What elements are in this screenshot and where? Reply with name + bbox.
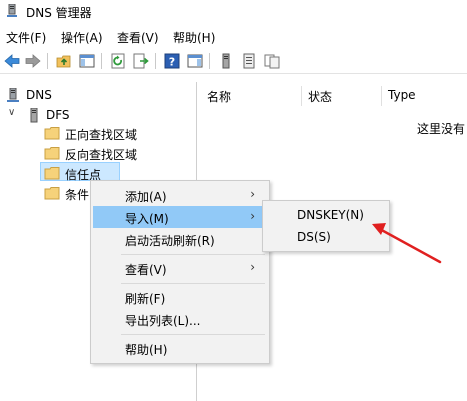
submenu-item-label: DS(S): [297, 230, 331, 244]
menu-separator: [121, 254, 265, 255]
tree-node-server[interactable]: ∨ DFS: [6, 106, 106, 126]
submenu-item-ds[interactable]: DS(S): [265, 226, 387, 248]
dns-app-icon: [7, 4, 17, 17]
menu-item-view[interactable]: 查看(V) ›: [93, 257, 267, 279]
menu-action[interactable]: 操作(A): [61, 29, 103, 46]
back-arrow-icon[interactable]: [3, 52, 21, 70]
column-header-type[interactable]: Type: [388, 88, 416, 112]
svg-text:?: ?: [169, 56, 175, 69]
tree-label-server: DFS: [46, 108, 70, 122]
window-title: DNS 管理器: [26, 6, 92, 20]
show-hide-console-tree-icon[interactable]: [78, 52, 96, 70]
menu-view[interactable]: 查看(V): [117, 29, 159, 46]
show-hide-action-pane-icon[interactable]: [186, 52, 204, 70]
menu-separator: [121, 334, 265, 335]
tree-item-reverse-lookup-zones[interactable]: 反向查找区域: [44, 144, 194, 164]
folder-icon: [44, 167, 60, 180]
tree-label: 条件: [65, 188, 90, 202]
tree-label: 反向查找区域: [65, 148, 138, 162]
toolbar-separator: [47, 53, 48, 69]
tree-item-forward-lookup-zones[interactable]: 正向查找区域: [44, 124, 194, 144]
folder-icon: [44, 127, 60, 140]
toolbar-separator: [209, 53, 210, 69]
menu-item-label: 帮助(H): [125, 343, 168, 357]
folder-icon: [44, 147, 60, 160]
submenu-item-dnskey[interactable]: DNSKEY(N): [265, 204, 387, 226]
menu-item-start-active-refresh[interactable]: 启动活动刷新(R): [93, 228, 267, 250]
chevron-down-icon[interactable]: ∨: [8, 107, 15, 118]
menu-item-label: 查看(V): [125, 263, 167, 277]
menu-separator: [121, 283, 265, 284]
menu-item-label: 刷新(F): [125, 292, 166, 306]
column-divider[interactable]: [301, 86, 302, 106]
submenu-item-label: DNSKEY(N): [297, 208, 364, 222]
menu-help[interactable]: 帮助(H): [173, 29, 215, 46]
menu-bar: 文件(F) 操作(A) 查看(V) 帮助(H): [0, 27, 467, 47]
menu-item-import[interactable]: 导入(M) ›: [93, 206, 267, 228]
menu-item-export-list[interactable]: 导出列表(L)...: [93, 308, 267, 330]
menu-item-label: 启动活动刷新(R): [125, 234, 215, 248]
toolbar-separator: [155, 53, 156, 69]
export-list-icon[interactable]: [132, 52, 150, 70]
menu-item-label: 添加(A): [125, 190, 167, 204]
forward-arrow-icon[interactable]: [24, 52, 42, 70]
menu-item-label: 导入(M): [125, 212, 169, 226]
empty-list-message: 这里没有: [417, 122, 466, 136]
import-submenu: DNSKEY(N) DS(S): [262, 200, 390, 252]
tree-label-dns: DNS: [26, 88, 52, 102]
help-icon[interactable]: ?: [163, 52, 181, 70]
menu-item-refresh[interactable]: 刷新(F): [93, 286, 267, 308]
copy-icon[interactable]: [263, 52, 281, 70]
chevron-right-icon: ›: [250, 187, 255, 201]
title-bar: DNS 管理器: [0, 0, 467, 22]
tree-node-dns[interactable]: DNS: [6, 86, 106, 106]
chevron-right-icon: ›: [250, 260, 255, 274]
tree-label: 正向查找区域: [65, 128, 138, 142]
dns-icon: [7, 88, 19, 102]
properties-list-icon[interactable]: [240, 52, 258, 70]
dns-manager-window: DNS 管理器 文件(F) 操作(A) 查看(V) 帮助(H) ? DNS ∨ …: [0, 0, 467, 401]
column-header-name[interactable]: 名称: [207, 88, 231, 112]
folder-icon: [44, 187, 60, 200]
refresh-icon[interactable]: [109, 52, 127, 70]
toolbar: ?: [0, 48, 467, 74]
server-icon[interactable]: [217, 52, 235, 70]
context-menu: 添加(A) › 导入(M) › 启动活动刷新(R) 查看(V) › 刷新(F) …: [90, 180, 270, 364]
column-divider[interactable]: [381, 86, 382, 106]
menu-item-add[interactable]: 添加(A) ›: [93, 184, 267, 206]
menu-item-label: 导出列表(L)...: [125, 314, 201, 328]
column-header-status[interactable]: 状态: [308, 88, 332, 112]
server-icon: [30, 108, 38, 123]
toolbar-separator: [101, 53, 102, 69]
chevron-right-icon: ›: [250, 209, 255, 223]
menu-item-help[interactable]: 帮助(H): [93, 337, 267, 359]
menu-file[interactable]: 文件(F): [6, 29, 46, 46]
up-folder-icon[interactable]: [55, 52, 73, 70]
